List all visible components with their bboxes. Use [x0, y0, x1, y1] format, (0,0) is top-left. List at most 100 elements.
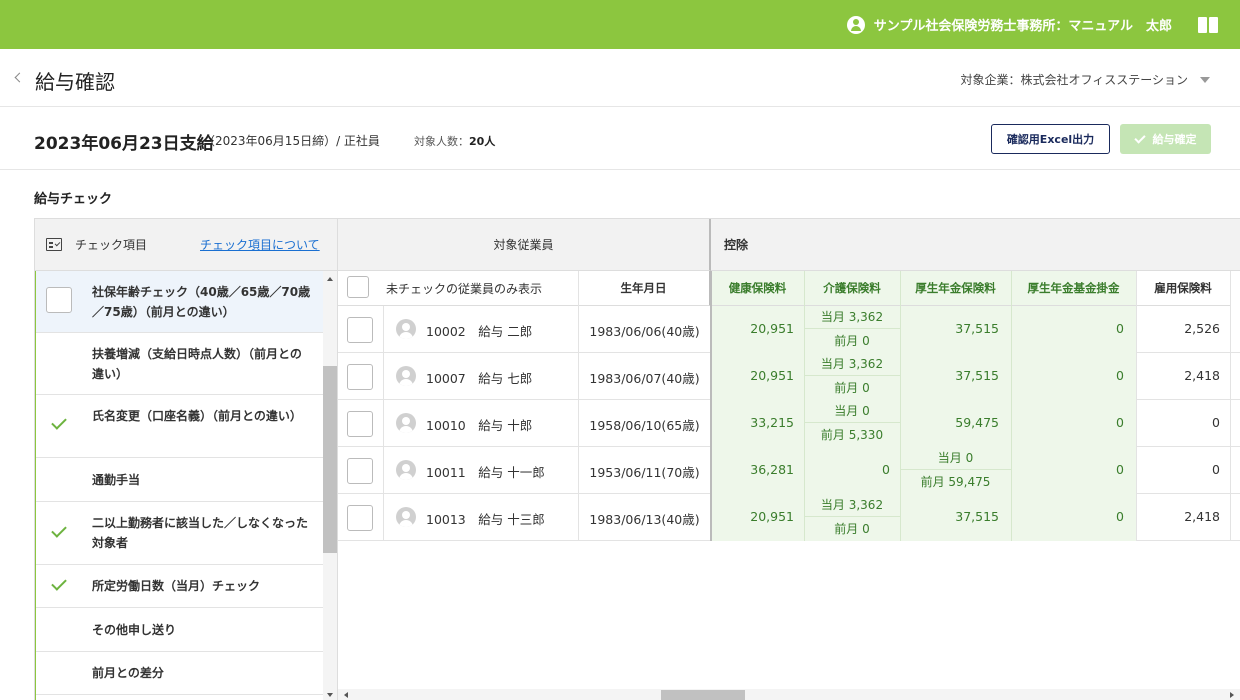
pension-fund-header: 厚生年金基金掛金 — [1011, 271, 1136, 306]
health-cell: 20,951 — [711, 306, 804, 353]
care-cell: 当月 3,362 前月 0 — [804, 353, 900, 400]
row-checkbox[interactable] — [347, 505, 373, 531]
row-checkbox[interactable] — [347, 458, 373, 484]
company-select-label: 対象企業：株式会社オフィスステーション — [960, 73, 1188, 87]
scroll-down-icon[interactable] — [327, 693, 333, 697]
health-insurance-header: 健康保険料 — [711, 271, 804, 306]
page-title: 給与確認 — [35, 70, 115, 94]
table-row[interactable]: 10010 給与 十郎 1958/06/10(65歳) 33,215 当月 0 … — [338, 400, 1240, 447]
care-current: 当月 0 — [804, 400, 900, 423]
avatar-icon — [396, 413, 416, 433]
back-chevron-icon[interactable] — [12, 70, 24, 86]
fund-cell: 0 — [1011, 400, 1136, 447]
employee-name[interactable]: 10011 給与 十一郎 — [426, 462, 545, 481]
row-checkbox[interactable] — [347, 411, 373, 437]
row-checkbox[interactable] — [347, 317, 373, 343]
column-divider — [1011, 271, 1012, 541]
health-cell: 36,281 — [711, 447, 804, 494]
care-current: 当月 3,362 — [804, 306, 900, 329]
care-current: 当月 3,362 — [804, 353, 900, 376]
employment-cell: 2,418 — [1184, 509, 1220, 524]
check-item-checkbox[interactable] — [46, 287, 72, 313]
avatar-icon — [396, 366, 416, 386]
care-previous: 前月 0 — [834, 381, 870, 395]
check-item[interactable]: その他申し送り — [36, 608, 323, 652]
scroll-up-icon[interactable] — [327, 277, 333, 281]
confirm-payroll-button[interactable]: 給与確定 — [1120, 124, 1211, 154]
table-row[interactable]: 10013 給与 十三郎 1983/06/13(40歳) 20,951 当月 3… — [338, 494, 1240, 541]
grid-horizontal-scrollbar[interactable] — [338, 689, 1240, 700]
pension-cell: 37,515 — [900, 306, 1011, 353]
scroll-right-icon[interactable] — [1230, 692, 1234, 698]
payroll-grid: 対象従業員 控除 生年月日 健康保険料 介護保険料 厚生年金保険料 厚生年金基金… — [338, 218, 1240, 700]
employment-insurance-header: 雇用保険料 — [1136, 271, 1230, 306]
care-previous: 前月 0 — [834, 334, 870, 348]
employment-cell: 0 — [1212, 462, 1220, 477]
unchecked-only-filter-checkbox[interactable] — [347, 276, 369, 298]
care-previous: 前月 5,330 — [820, 428, 884, 442]
table-row[interactable]: 10002 給与 二郎 1983/06/06(40歳) 20,951 当月 3,… — [338, 306, 1240, 353]
company-select[interactable]: 対象企業：株式会社オフィスステーション — [960, 71, 1210, 88]
user-name[interactable]: サンプル社会保険労務士事務所：マニュアル 太郎 — [874, 15, 1172, 34]
check-item[interactable]: 氏名変更（口座名義）（前月との違い） — [36, 395, 323, 458]
employee-count-value: 20人 — [469, 135, 496, 148]
row-checkbox[interactable] — [347, 364, 373, 390]
excel-export-button[interactable]: 確認用Excel出力 — [991, 124, 1110, 154]
check-item-label: 二以上勤務者に該当した／しなくなった対象者 — [92, 516, 309, 550]
check-items-help-link[interactable]: チェック項目について — [200, 236, 320, 253]
check-list: 社保年齢チェック（40歳／65歳／70歳／75歳）（前月との違い） 扶養増減（支… — [35, 271, 323, 700]
pension-cell: 59,475 — [900, 400, 1011, 447]
fund-cell: 0 — [1011, 353, 1136, 400]
pension-cell: 37,515 — [900, 353, 1011, 400]
check-item-label: 通勤手当 — [92, 473, 141, 487]
table-row[interactable]: 10011 給与 十一郎 1953/06/11(70歳) 36,281 0 当月… — [338, 447, 1240, 494]
care-cell: 0 — [804, 447, 900, 494]
scrollbar-thumb[interactable] — [661, 690, 745, 700]
group-divider — [710, 271, 712, 541]
care-cell: 当月 3,362 前月 0 — [804, 494, 900, 541]
check-item[interactable]: 通勤手当 — [36, 458, 323, 502]
confirm-payroll-label: 給与確定 — [1152, 133, 1197, 146]
unchecked-only-filter-label[interactable]: 未チェックの従業員のみ表示 — [386, 280, 542, 297]
top-bar: サンプル社会保険労務士事務所：マニュアル 太郎 — [0, 0, 1240, 49]
employment-cell: 2,418 — [1184, 368, 1220, 383]
check-panel-header: チェック項目 チェック項目について — [35, 219, 337, 271]
care-current: 当月 3,362 — [804, 494, 900, 517]
health-cell: 33,215 — [711, 400, 804, 447]
dob-cell: 1983/06/07(40歳) — [589, 371, 700, 386]
employee-name[interactable]: 10013 給与 十三郎 — [426, 509, 545, 528]
avatar-icon — [396, 507, 416, 527]
dob-header: 生年月日 — [578, 271, 711, 306]
dob-cell: 1953/06/11(70歳) — [589, 465, 700, 480]
column-divider — [900, 271, 901, 541]
column-divider — [1230, 271, 1231, 541]
check-item[interactable]: 二以上勤務者に該当した／しなくなった対象者 — [36, 502, 323, 565]
table-row[interactable]: 10007 給与 七郎 1983/06/07(40歳) 20,951 当月 3,… — [338, 353, 1240, 400]
caret-down-icon — [1200, 76, 1210, 83]
fund-cell: 0 — [1011, 447, 1136, 494]
check-list-scrollbar[interactable] — [323, 271, 337, 700]
scrollbar-thumb[interactable] — [323, 366, 337, 553]
dob-cell: 1983/06/13(40歳) — [589, 512, 700, 527]
check-item-label: 氏名変更（口座名義）（前月との違い） — [92, 409, 302, 423]
employee-name[interactable]: 10002 給与 二郎 — [426, 321, 532, 340]
pension-header: 厚生年金保険料 — [900, 271, 1011, 306]
close-date: （2023年06月15日締）/ 正社員 — [203, 134, 380, 148]
check-item[interactable]: 所定労働日数（当月）チェック — [36, 565, 323, 608]
care-cell: 当月 3,362 前月 0 — [804, 306, 900, 353]
check-item-label: 社保年齢チェック（40歳／65歳／70歳／75歳）（前月との違い） — [92, 285, 311, 319]
check-panel: チェック項目 チェック項目について 社保年齢チェック（40歳／65歳／70歳／7… — [34, 218, 338, 700]
scroll-left-icon[interactable] — [344, 692, 348, 698]
employee-name[interactable]: 10007 給与 七郎 — [426, 368, 532, 387]
pension-cell: 37,515 — [900, 494, 1011, 541]
avatar-icon — [396, 319, 416, 339]
manual-book-icon[interactable] — [1198, 16, 1218, 33]
check-item-label: 前月との差分 — [92, 666, 164, 680]
check-item[interactable]: 前月との差分 — [36, 652, 323, 695]
check-item[interactable]: 扶養増減（支給日時点人数）（前月との違い） — [36, 333, 323, 395]
check-mark-icon — [51, 414, 67, 430]
user-circle-icon[interactable] — [846, 15, 865, 34]
employee-name[interactable]: 10010 給与 十郎 — [426, 415, 532, 434]
check-item[interactable]: 社保年齢チェック（40歳／65歳／70歳／75歳）（前月との違い） — [36, 271, 323, 333]
page-header: 給与確認 対象企業：株式会社オフィスステーション — [0, 49, 1240, 107]
